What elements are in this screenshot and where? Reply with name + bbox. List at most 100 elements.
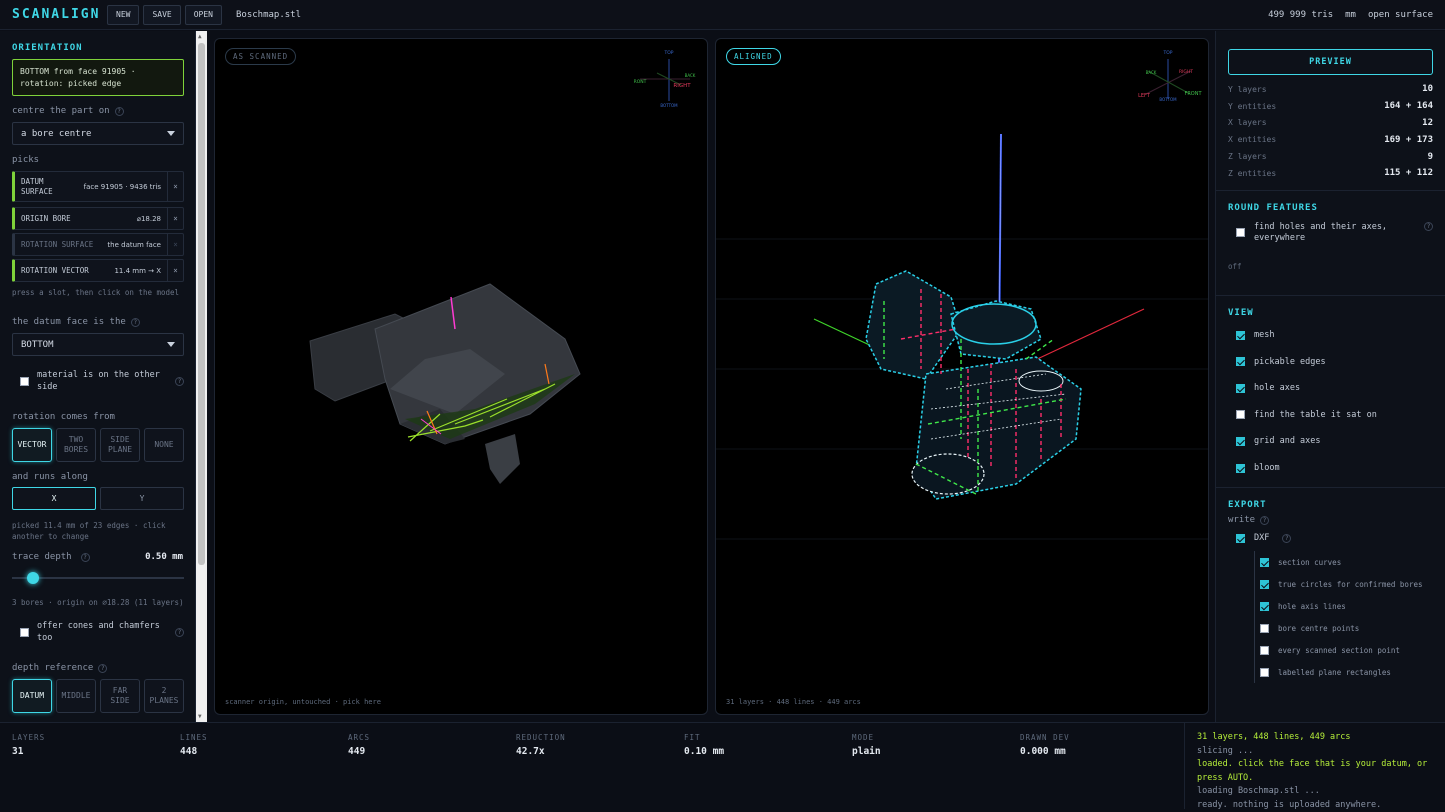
log-line: loading Boschmap.stl ... [1197, 785, 1433, 799]
find-table-checkbox[interactable] [1236, 410, 1245, 419]
view-grid-axes-option[interactable]: grid and axes [1228, 428, 1433, 455]
depth-2-planes-button[interactable]: 2 PLANES [144, 679, 184, 713]
close-icon[interactable]: × [167, 234, 183, 255]
scanned-part-model [310, 284, 580, 484]
axis-y-button[interactable]: Y [100, 487, 184, 510]
section-curves-checkbox[interactable] [1260, 558, 1269, 567]
help-icon[interactable]: ? [81, 553, 90, 562]
app-logo: SCANALIGN [12, 7, 107, 22]
centre-label-text: centre the part on [12, 106, 110, 116]
units-label: mm [1345, 10, 1356, 20]
datum-select[interactable]: BOTTOM [12, 333, 184, 356]
hole-axis-lines-checkbox[interactable] [1260, 602, 1269, 611]
gizmo-front-label: RONT [634, 79, 647, 85]
as-scanned-viewport[interactable]: TOP RONT BACK RIGHT BOTTOM AS SCANNED sc… [214, 38, 708, 715]
slider-thumb[interactable] [27, 572, 39, 584]
stat-value: 169 + 173 [1384, 135, 1433, 145]
true-circles-checkbox[interactable] [1260, 580, 1269, 589]
sub-true-circles[interactable]: true circles for confirmed bores [1260, 573, 1433, 595]
scroll-up-icon[interactable]: ▲ [198, 33, 202, 40]
pick-rotation-vector[interactable]: ROTATION VECTOR 11.4 mm → X × [12, 259, 184, 282]
datum-label-text: the datum face is the [12, 317, 126, 327]
log-line: slicing ... [1197, 745, 1433, 759]
gizmo-top-label: TOP [663, 50, 673, 56]
scroll-down-icon[interactable]: ▼ [198, 713, 202, 720]
close-icon[interactable]: × [167, 172, 183, 201]
other-side-checkbox[interactable] [20, 377, 29, 386]
bloom-checkbox[interactable] [1236, 464, 1245, 473]
pick-origin-bore[interactable]: ORIGIN BORE ⌀18.28 × [12, 207, 184, 230]
rotation-label: rotation comes from [12, 412, 115, 422]
rotation-vector-button[interactable]: VECTOR [12, 428, 52, 462]
labelled-plane-rectangles-checkbox[interactable] [1260, 668, 1269, 677]
open-button[interactable]: OPEN [185, 5, 222, 25]
help-icon[interactable]: ? [131, 318, 140, 327]
pickable-edges-checkbox[interactable] [1236, 357, 1245, 366]
metric-value: 0.000 mm [1020, 746, 1070, 757]
depth-datum-button[interactable]: DATUM [12, 679, 52, 713]
stat-row: Z layers9 [1228, 148, 1433, 165]
aligned-viewport[interactable]: TOP BACK LEFT RIGHT FRONT BOTTOM ALIGNED… [715, 38, 1209, 715]
view-bloom-option[interactable]: bloom [1228, 455, 1433, 482]
depth-far-side-button[interactable]: FAR SIDE [100, 679, 140, 713]
scrollbar-thumb[interactable] [198, 43, 205, 565]
pick-value: the datum face [107, 241, 167, 249]
preview-button[interactable]: PREVIEW [1228, 49, 1433, 75]
view-gizmo[interactable]: TOP BACK LEFT RIGHT FRONT BOTTOM [1138, 50, 1202, 102]
dxf-option[interactable]: DXF? [1228, 533, 1433, 543]
centre-select[interactable]: a bore centre [12, 122, 184, 145]
help-icon[interactable]: ? [1282, 534, 1291, 543]
metric-key: LAYERS [12, 733, 45, 742]
round-features-checkbox[interactable] [1236, 228, 1245, 237]
other-side-option[interactable]: material is on the other side ? [20, 369, 184, 393]
dxf-checkbox[interactable] [1236, 534, 1245, 543]
rotation-none-button[interactable]: NONE [144, 428, 184, 462]
metric-reduction: REDUCTION42.7x [516, 733, 566, 757]
view-mesh-option[interactable]: mesh [1228, 322, 1433, 349]
grid-axes-checkbox[interactable] [1236, 437, 1245, 446]
pick-datum-surface[interactable]: DATUMSURFACE face 91905 · 9436 tris × [12, 171, 184, 202]
cones-label: offer cones and chamfers too [37, 620, 167, 644]
help-icon[interactable]: ? [175, 377, 184, 386]
cones-checkbox[interactable] [20, 628, 29, 637]
sub-labelled-plane-rectangles[interactable]: labelled plane rectangles [1260, 661, 1433, 683]
picked-hint: picked 11.4 mm of 23 edges · click anoth… [12, 520, 172, 542]
pick-name: DATUM [21, 177, 84, 187]
left-panel-scrollbar[interactable]: ▲ ▼ [196, 31, 207, 722]
gizmo-front-label: FRONT [1184, 91, 1202, 97]
pick-name: ROTATION VECTOR [15, 266, 114, 275]
trace-depth-slider[interactable] [12, 577, 184, 579]
cones-option[interactable]: offer cones and chamfers too ? [20, 620, 184, 644]
as-scanned-tag: AS SCANNED [225, 48, 296, 65]
new-button[interactable]: NEW [107, 5, 139, 25]
help-icon[interactable]: ? [175, 628, 184, 637]
log-line: 31 layers, 448 lines, 449 arcs [1197, 731, 1433, 745]
hole-axes-checkbox[interactable] [1236, 384, 1245, 393]
stat-key: Y entities [1228, 102, 1276, 111]
help-icon[interactable]: ? [115, 107, 124, 116]
sub-hole-axis-lines[interactable]: hole axis lines [1260, 595, 1433, 617]
close-icon[interactable]: × [167, 260, 183, 281]
rotation-two-bores-button[interactable]: TWO BORES [56, 428, 96, 462]
every-section-point-checkbox[interactable] [1260, 646, 1269, 655]
view-find-table-option[interactable]: find the table it sat on [1228, 402, 1433, 429]
sub-every-section-point[interactable]: every scanned section point [1260, 639, 1433, 661]
axis-x-button[interactable]: X [12, 487, 96, 510]
help-icon[interactable]: ? [1260, 516, 1269, 525]
help-icon[interactable]: ? [98, 664, 107, 673]
sub-section-curves[interactable]: section curves [1260, 551, 1433, 573]
sub-bore-centre-points[interactable]: bore centre points [1260, 617, 1433, 639]
pick-rotation-surface[interactable]: ROTATION SURFACE the datum face × [12, 233, 184, 256]
round-features-option[interactable]: find holes and their axes, everywhere ? [1228, 222, 1433, 244]
close-icon[interactable]: × [167, 208, 183, 229]
view-hole-axes-option[interactable]: hole axes [1228, 375, 1433, 402]
view-gizmo[interactable]: TOP RONT BACK RIGHT BOTTOM [634, 50, 696, 108]
view-pickable-edges-option[interactable]: pickable edges [1228, 348, 1433, 375]
mesh-checkbox[interactable] [1236, 331, 1245, 340]
rotation-side-plane-button[interactable]: SIDE PLANE [100, 428, 140, 462]
help-icon[interactable]: ? [1424, 222, 1433, 231]
depth-middle-button[interactable]: MIDDLE [56, 679, 96, 713]
stat-value: 10 [1422, 84, 1433, 94]
save-button[interactable]: SAVE [143, 5, 180, 25]
bore-centre-points-checkbox[interactable] [1260, 624, 1269, 633]
